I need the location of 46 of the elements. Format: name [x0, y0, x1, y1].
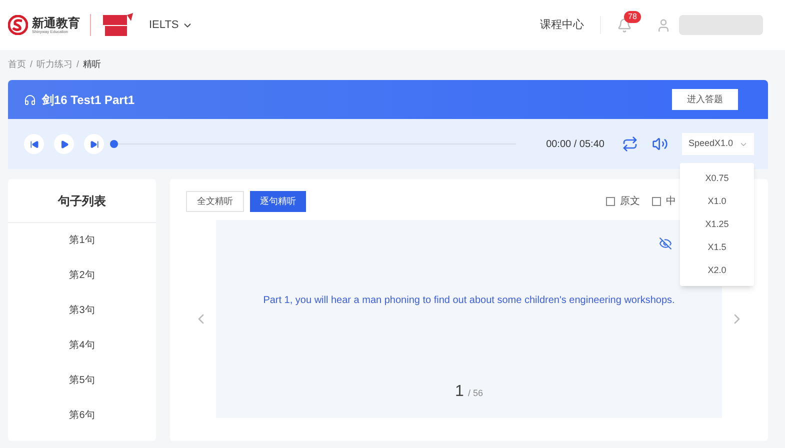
current-sentence-number: 1 — [455, 382, 464, 402]
hide-text-icon[interactable] — [659, 237, 672, 250]
play-button[interactable] — [54, 134, 74, 154]
sentence-list-item[interactable]: 第2句 — [69, 268, 95, 283]
checkbox[interactable] — [606, 197, 615, 206]
exam-selector[interactable]: IELTS — [149, 16, 193, 34]
next-icon — [90, 140, 98, 148]
sentence-text: Part 1, you will hear a man phoning to find out about some children's engineering workshops. — [263, 294, 675, 308]
breadcrumb-separator: / — [30, 58, 33, 72]
playback-time: 00:00 / 05:40 — [546, 138, 604, 152]
lesson-title: 剑16 Test1 Part1 — [42, 92, 134, 108]
sentence-list-item[interactable]: 第4句 — [69, 338, 95, 353]
speed-option[interactable]: X1.5 — [680, 236, 754, 259]
breadcrumb-link[interactable]: 精听 — [83, 58, 102, 72]
breadcrumb-separator: / — [76, 58, 80, 72]
previous-button[interactable] — [24, 134, 44, 154]
answer-button[interactable]: 进入答题 — [672, 89, 738, 110]
speed-option[interactable]: X1.25 — [680, 213, 754, 236]
logo-name: 新通教育 — [32, 16, 80, 28]
sentence-list-item[interactable]: 第5句 — [69, 373, 95, 388]
mode-tab[interactable]: 逐句精听 — [250, 191, 306, 212]
play-icon — [60, 140, 68, 148]
volume-icon[interactable] — [652, 136, 668, 152]
speed-option[interactable]: X0.75 — [680, 167, 754, 190]
speed-option[interactable]: X1.0 — [680, 190, 754, 213]
logo-icon — [8, 15, 28, 35]
badge-logo-icon — [101, 13, 135, 37]
sentence-total: / 56 — [468, 387, 483, 400]
course-center-link[interactable]: 课程中心 — [540, 16, 584, 34]
panel-title: 句子列表 — [58, 192, 106, 210]
checkbox[interactable] — [652, 197, 661, 206]
progress-thumb[interactable] — [110, 140, 118, 148]
checkbox-label: 中 — [666, 194, 676, 209]
speed-select[interactable]: SpeedX1.0 — [682, 133, 754, 155]
headphones-icon — [24, 94, 36, 106]
sentence-list-item[interactable]: 第6句 — [69, 408, 95, 423]
bell-icon[interactable] — [617, 18, 632, 32]
mode-tab[interactable]: 全文精听 — [186, 191, 244, 212]
speed-option[interactable]: X2.0 — [680, 259, 754, 282]
checkbox-label: 原文 — [620, 194, 640, 209]
repeat-icon[interactable] — [622, 136, 638, 152]
notification-badge: 78 — [624, 10, 641, 22]
sentence-list-item[interactable]: 第3句 — [69, 303, 95, 318]
next-button[interactable] — [84, 134, 104, 154]
sentence-list-item[interactable]: 第1句 — [69, 233, 95, 248]
previous-icon — [30, 140, 38, 148]
